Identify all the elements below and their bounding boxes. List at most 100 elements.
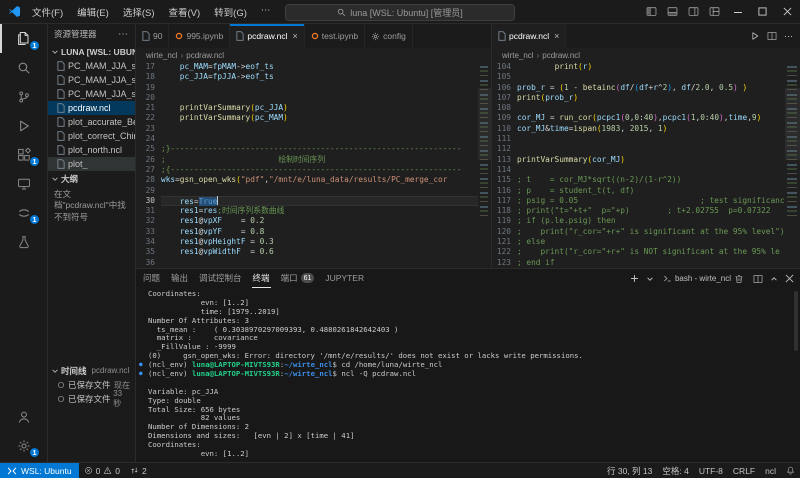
breadcrumb-item[interactable]: wirte_ncl xyxy=(502,51,534,60)
timeline-section-header[interactable]: 时间线 pcdraw.ncl xyxy=(48,363,135,378)
code-line[interactable] xyxy=(161,186,478,196)
more-actions-icon[interactable]: ⋯ xyxy=(118,29,129,40)
close-icon[interactable] xyxy=(785,274,794,283)
code-line[interactable]: ; 绘制时间序列 xyxy=(161,155,478,165)
run-file-icon[interactable] xyxy=(750,31,760,41)
menu-item[interactable]: 转到(G) xyxy=(207,2,254,22)
code-line[interactable] xyxy=(517,134,785,144)
code-line[interactable]: ; print("t="+t+" p="+p) ; t+2.02755 p=0.… xyxy=(517,206,785,216)
customize-layout-icon[interactable] xyxy=(704,0,725,23)
code-line[interactable]: res1@vpWidthF = 0.6 xyxy=(161,247,478,257)
code-line[interactable]: ; print("r_cor="+r+" is significant at t… xyxy=(517,227,785,237)
close-icon[interactable] xyxy=(775,0,800,23)
menu-item[interactable]: 查看(V) xyxy=(161,2,207,22)
code-line[interactable] xyxy=(161,134,478,144)
code-line[interactable] xyxy=(161,124,478,134)
code-line[interactable]: ; print("r_cor="+r+" is NOT significant … xyxy=(517,247,785,257)
tab-test.ipynb[interactable]: test.ipynb xyxy=(305,24,365,48)
timeline-item[interactable]: 已保存文件33秒 xyxy=(48,392,135,406)
code-line[interactable]: ; t = cor_MJ*sqrt((n-2)/(1-r^2)) xyxy=(517,175,785,185)
activity-extensions[interactable]: 1 xyxy=(0,140,47,169)
activity-testing[interactable] xyxy=(0,227,47,256)
code-line[interactable] xyxy=(517,165,785,175)
new-terminal-icon[interactable] xyxy=(630,274,639,283)
editor-right[interactable]: 1041051061071081091101111121131141151161… xyxy=(492,62,785,268)
encoding[interactable]: UTF-8 xyxy=(694,463,728,478)
code-line[interactable] xyxy=(517,103,785,113)
toggle-sidebar-icon[interactable] xyxy=(641,0,662,23)
panel-tab-JUPYTER[interactable]: JUPYTER xyxy=(324,269,365,288)
minimize-icon[interactable] xyxy=(725,0,750,23)
panel-tab-终端[interactable]: 终端 xyxy=(252,269,271,288)
explorer-item[interactable]: plot_correct_Chinama xyxy=(48,129,135,143)
minimap-slider[interactable] xyxy=(478,88,491,160)
eol[interactable]: CRLF xyxy=(728,463,760,478)
code-line[interactable]: cor_MJ = run_cor(pcpc1(0,0:40),pcpc1(1,0… xyxy=(517,113,785,123)
outline-section-header[interactable]: 大纲 xyxy=(48,171,135,186)
code-line[interactable]: printVarSummary(pc_JJA) xyxy=(161,103,478,113)
toggle-panel-icon[interactable] xyxy=(662,0,683,23)
minimap-left[interactable] xyxy=(478,62,491,268)
code-line[interactable]: print(r) xyxy=(517,62,785,72)
breadcrumb-item[interactable]: wirte_ncl xyxy=(146,51,178,60)
activity-files[interactable]: 1 xyxy=(0,24,47,53)
menu-item[interactable]: ⋯ xyxy=(254,2,278,22)
kill-terminal-icon[interactable] xyxy=(734,274,744,284)
chevron-up-icon[interactable] xyxy=(770,275,778,283)
workspace-section-header[interactable]: LUNA [WSL: UBUNTU] xyxy=(48,44,135,59)
code-line[interactable]: ;}--------------------------------------… xyxy=(161,144,478,154)
terminal-tab[interactable]: bash - wirte_ncl xyxy=(661,274,746,284)
close-icon[interactable]: × xyxy=(293,31,298,41)
breadcrumb-item[interactable]: pcdraw.ncl xyxy=(542,51,580,60)
tab-995.ipynb[interactable]: 995.ipynb xyxy=(169,24,230,48)
menu-item[interactable]: 文件(F) xyxy=(25,2,70,22)
toggle-secondary-sidebar-icon[interactable] xyxy=(683,0,704,23)
code-line[interactable]: ; end if xyxy=(517,258,785,268)
code-line[interactable]: pc_JJA=fpJJA->eof_ts xyxy=(161,72,478,82)
code-line[interactable]: ; psig = 0.05 ; test significance le xyxy=(517,196,785,206)
code-line[interactable]: ; p = student_t(t, df) xyxy=(517,186,785,196)
menu-item[interactable]: 选择(S) xyxy=(116,2,162,22)
notifications-bell[interactable] xyxy=(781,463,800,478)
code-line[interactable]: pc_MAM=fpMAM->eof_ts xyxy=(161,62,478,72)
explorer-item[interactable]: PC_MAM_JJA_scatter_ xyxy=(48,59,135,73)
explorer-item[interactable]: PC_MAM_JJA_scatter_ xyxy=(48,73,135,87)
tab-90[interactable]: 90 xyxy=(136,24,169,48)
activity-run-debug[interactable] xyxy=(0,111,47,140)
code-line[interactable] xyxy=(517,144,785,154)
activity-search[interactable] xyxy=(0,53,47,82)
menu-item[interactable]: 编辑(E) xyxy=(70,2,116,22)
code-line[interactable]: cor_MJ&time=ispan(1983, 2015, 1) xyxy=(517,124,785,134)
more-actions-icon[interactable]: ⋯ xyxy=(784,31,793,42)
cursor-position[interactable]: 行 30, 列 13 xyxy=(602,463,657,478)
code-line[interactable]: print(prob_r) xyxy=(517,93,785,103)
code-line[interactable]: printVarSummary(cor_MJ) xyxy=(517,155,785,165)
code-line[interactable] xyxy=(161,83,478,93)
language-mode[interactable]: ncl xyxy=(760,463,781,478)
code-line[interactable] xyxy=(161,258,478,268)
minimap-right[interactable] xyxy=(785,62,800,268)
breadcrumb-item[interactable]: pcdraw.ncl xyxy=(186,51,224,60)
minimap-slider[interactable] xyxy=(785,88,800,160)
panel-tab-问题[interactable]: 问题 xyxy=(142,269,161,288)
panel-tab-端口[interactable]: 端口61 xyxy=(280,269,316,288)
panel-tab-调试控制台[interactable]: 调试控制台 xyxy=(198,269,243,288)
activity-source-control[interactable] xyxy=(0,82,47,111)
problems-indicator[interactable]: 0 0 xyxy=(79,463,125,478)
explorer-item[interactable]: pcdraw.ncl xyxy=(48,101,135,115)
editor-left[interactable]: 1718192021222324252627282930313233343536… xyxy=(136,62,478,268)
code-line[interactable]: ;{--------------------------------------… xyxy=(161,165,478,175)
tab-pcdraw.ncl[interactable]: pcdraw.ncl× xyxy=(230,24,304,48)
maximize-icon[interactable] xyxy=(750,0,775,23)
code-line[interactable]: res1@vpYF = 0.8 xyxy=(161,227,478,237)
terminal-scrollbar[interactable] xyxy=(794,291,798,351)
code-line[interactable]: res=True xyxy=(161,196,478,206)
code-line[interactable]: wks=gsn_open_wks("pdf","/mnt/e/luna_data… xyxy=(161,175,478,185)
explorer-item[interactable]: plot_accurate_Beijing xyxy=(48,115,135,129)
split-editor-icon[interactable] xyxy=(767,31,777,41)
code-line[interactable]: printVarSummary(pc_MAM) xyxy=(161,113,478,123)
activity-remote-explorer[interactable] xyxy=(0,169,47,198)
panel-tab-输出[interactable]: 输出 xyxy=(170,269,189,288)
explorer-item[interactable]: plot_ xyxy=(48,157,135,171)
command-center[interactable]: luna [WSL: Ubuntu] [管理员] xyxy=(285,4,515,21)
